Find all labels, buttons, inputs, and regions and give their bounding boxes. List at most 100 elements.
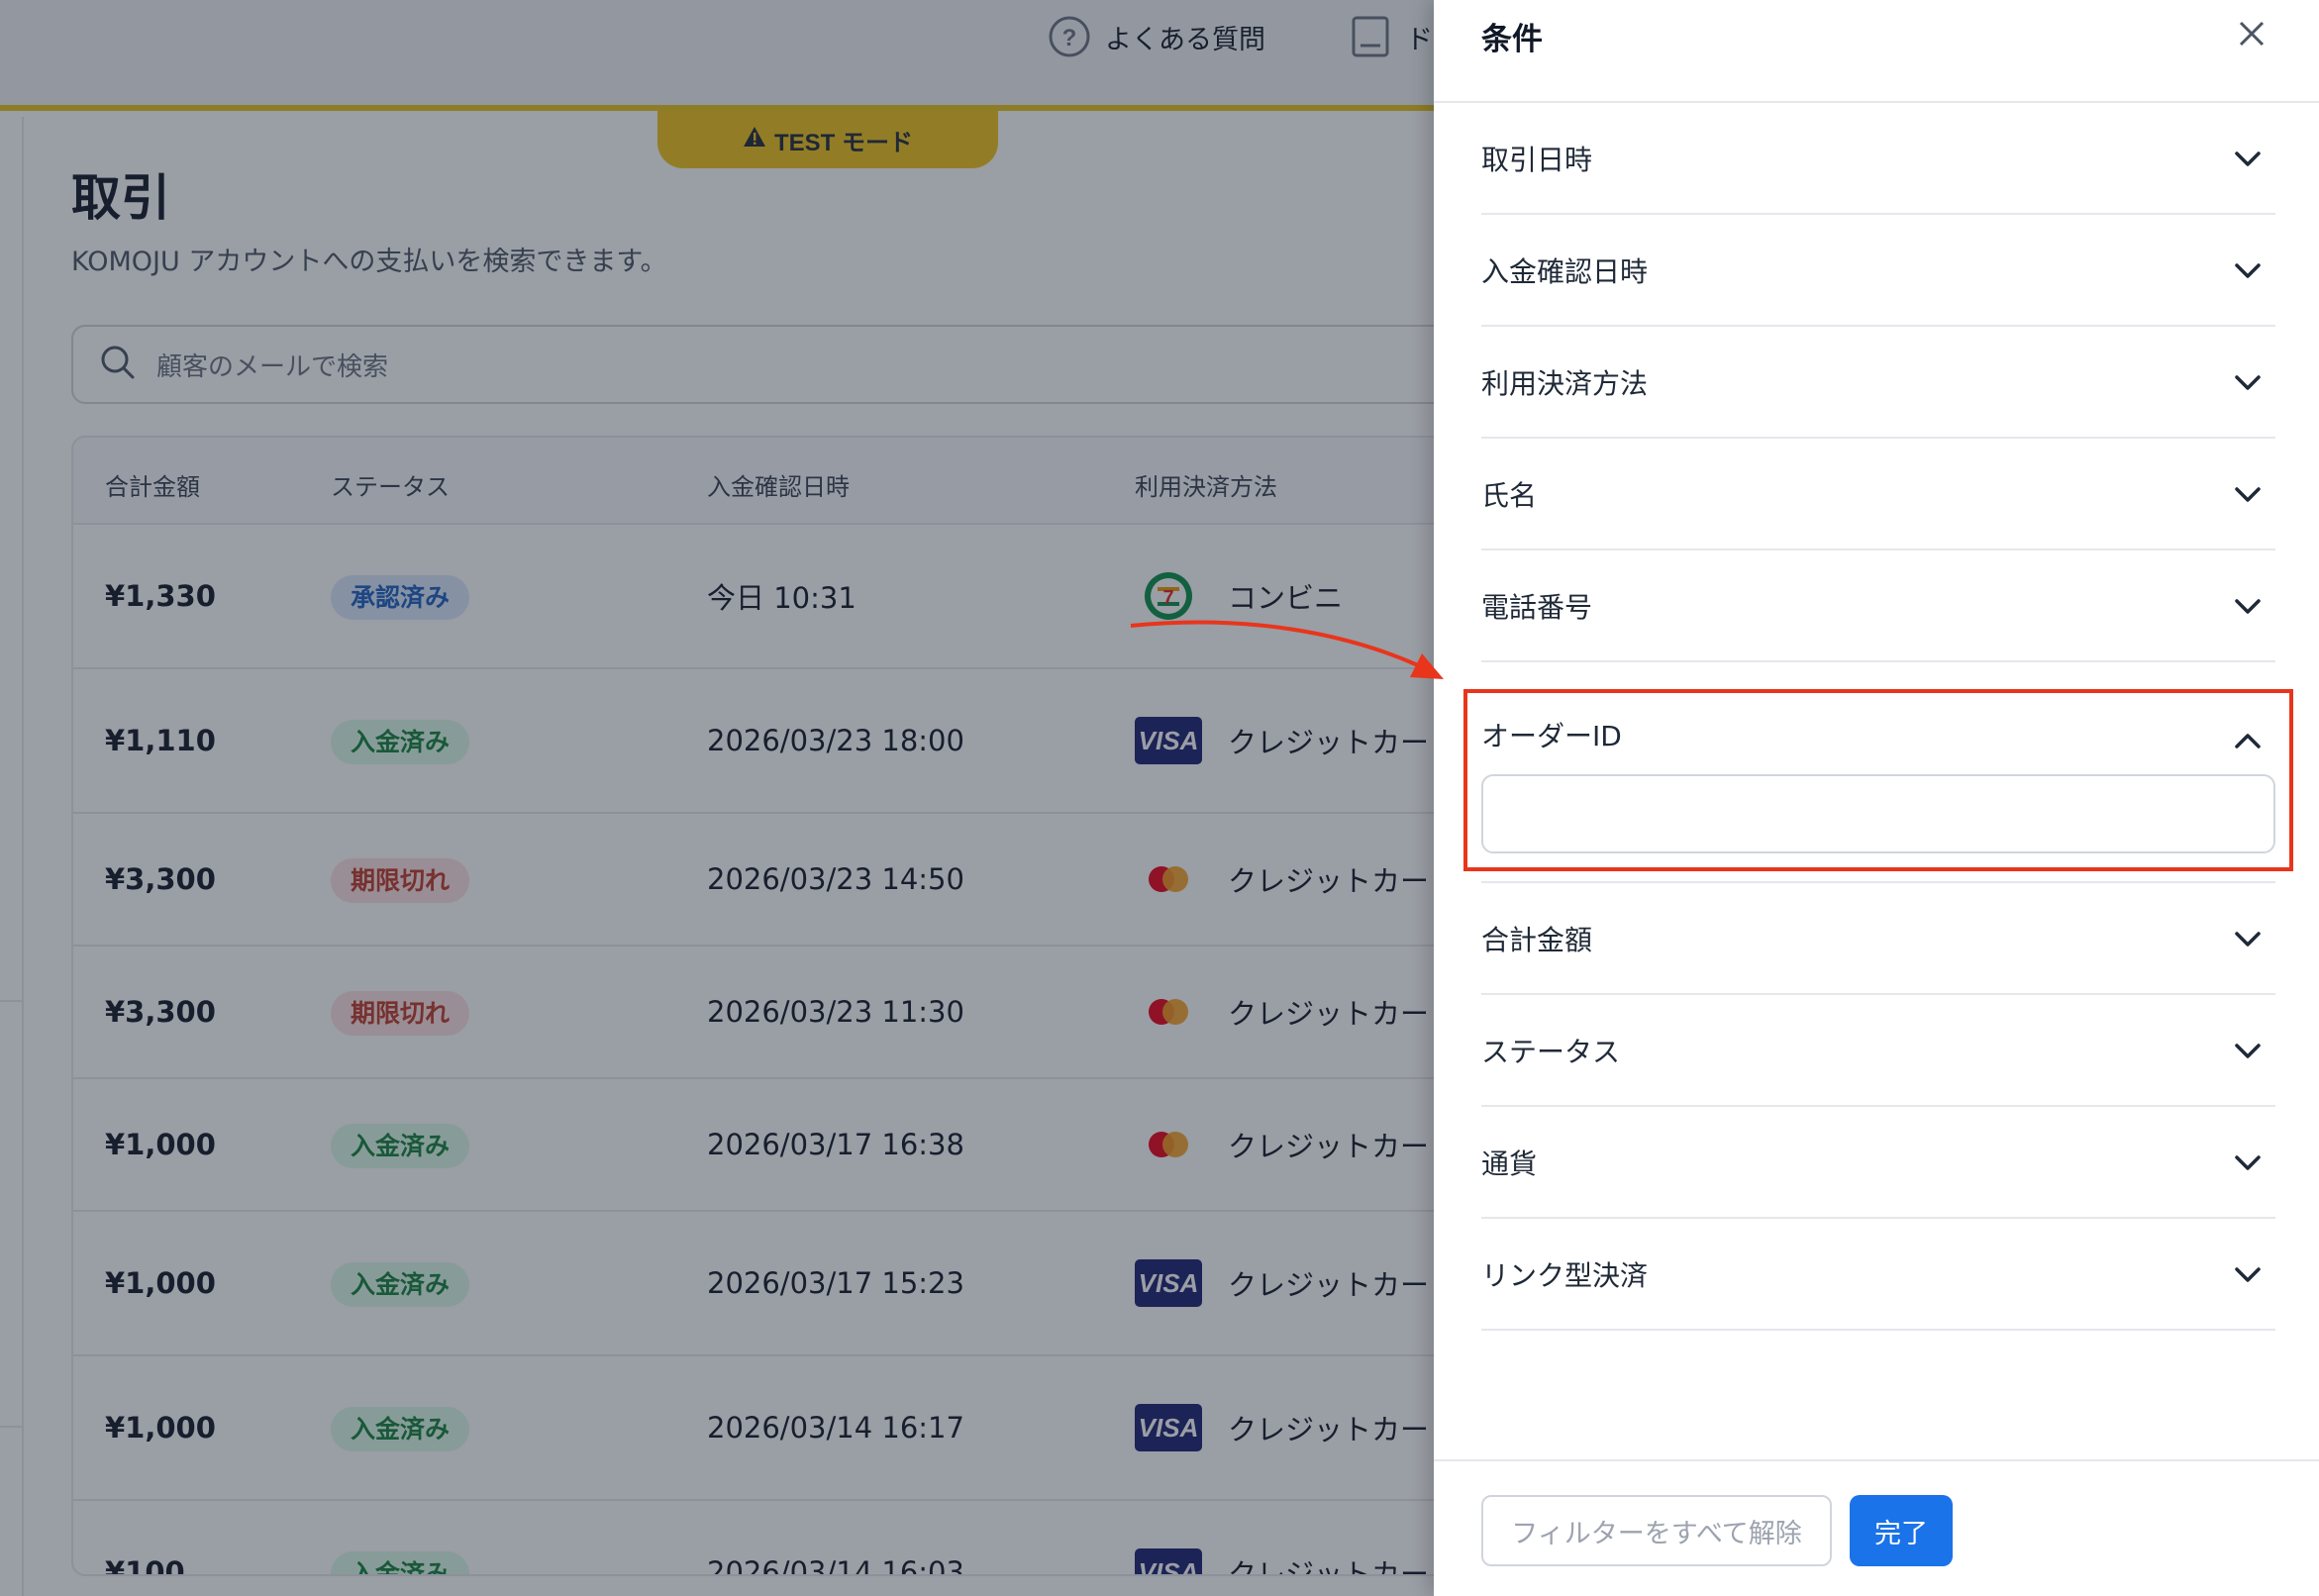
payment-method-label: クレジットカード [1228,1268,1458,1302]
filter-status[interactable]: ステータス [1481,995,2275,1107]
filter-payment-date[interactable]: 入金確認日時 [1481,215,2275,327]
search-placeholder: 顧客のメールで検索 [156,351,389,382]
status-badge: 期限切れ [331,858,470,903]
chevron-down-icon [2230,1033,2266,1068]
payment-method-label: クレジットカード [1228,726,1458,759]
mastercard-icon [1135,856,1202,902]
row-payment-method: クレジットカード [1135,856,1458,902]
filter-phone[interactable]: 電話番号 [1481,550,2275,662]
visa-icon: VISA [1135,1548,1202,1574]
row-date: 2026/03/17 16:38 [707,1128,964,1161]
drawer-footer: フィルターをすべて解除 完了 [1434,1459,2319,1596]
table-row[interactable]: ¥100 入金済み 2026/03/14 16:03 VISA クレジットカード [73,1501,1458,1576]
row-amount: ¥1,110 [105,724,216,757]
row-payment-method: 7 コンビニ [1135,572,1343,620]
filter-label: ステータス [1481,1035,1621,1068]
order-id-input[interactable] [1481,774,2275,853]
row-payment-method: VISA クレジットカード [1135,1548,1458,1576]
document-icon [1349,15,1392,58]
svg-text:7: 7 [1162,587,1173,609]
close-button[interactable] [2230,14,2273,57]
filter-order-id-label[interactable]: オーダーID [1481,715,1622,754]
payment-method-label: クレジットカード [1228,864,1458,898]
filter-label: 取引日時 [1481,143,1593,176]
chevron-up-icon[interactable] [2230,723,2266,758]
status-badge-wrap: 承認済み [331,575,470,620]
row-date: 2026/03/14 16:17 [707,1411,964,1445]
clear-all-filters-button[interactable]: フィルターをすべて解除 [1481,1495,1832,1566]
status-badge-wrap: 入金済み [331,1124,470,1168]
filter-payment-link[interactable]: リンク型決済 [1481,1219,2275,1331]
faq-label: よくある質問 [1105,24,1265,55]
left-sidebar-edge [0,117,24,1596]
close-icon [2237,19,2267,52]
transactions-table: 合計金額 ステータス 入金確認日時 利用決済方法 ¥1,330 承認済み 今日 10… [71,436,1458,1576]
mastercard-icon [1135,1122,1202,1167]
table-row[interactable]: ¥1,000 入金済み 2026/03/14 16:17 VISA クレジットカード [73,1356,1456,1501]
filter-label: 通貨 [1481,1147,1538,1180]
row-amount: ¥1,000 [105,1266,216,1300]
chevron-down-icon [2230,252,2266,288]
warning-icon [743,126,766,154]
drawer-title: 条件 [1481,22,1543,57]
filter-label: 電話番号 [1481,590,1593,624]
column-header-method[interactable]: 利用決済方法 [1135,467,1277,502]
row-amount: ¥100 [105,1555,185,1576]
status-badge: 入金済み [331,1124,470,1168]
filter-order-id: オーダーID [1481,683,2275,883]
customer-email-search[interactable]: 顧客のメールで検索 [71,325,1458,404]
svg-text:?: ? [1062,25,1077,51]
table-row[interactable]: ¥1,000 入金済み 2026/03/17 15:23 VISA クレジットカード [73,1212,1456,1356]
column-header-amount[interactable]: 合計金額 [105,467,200,502]
test-mode-badge: TEST モード [657,111,998,168]
row-amount: ¥3,300 [105,995,216,1029]
filter-label: 合計金額 [1481,923,1593,956]
page-subtitle: KOMOJU アカウントへの支払いを検索できます。 [71,247,667,277]
table-row[interactable]: ¥1,330 承認済み 今日 10:31 7 コンビニ [73,525,1456,669]
done-button[interactable]: 完了 [1850,1495,1953,1566]
row-date: 今日 10:31 [707,581,857,615]
table-row[interactable]: ¥3,300 期限切れ 2026/03/23 11:30 クレジットカード [73,947,1456,1079]
help-circle-icon: ? [1048,15,1091,58]
status-badge: 入金済み [331,720,470,764]
table-header: 合計金額 ステータス 入金確認日時 利用決済方法 [73,438,1456,525]
filter-total-amount[interactable]: 合計金額 [1481,883,2275,995]
row-amount: ¥1,000 [105,1411,216,1445]
filter-payment-method[interactable]: 利用決済方法 [1481,327,2275,439]
docs-link[interactable]: ド [1349,0,1433,73]
row-amount: ¥1,330 [105,579,216,613]
status-badge: 承認済み [331,575,470,620]
row-payment-method: クレジットカード [1135,989,1456,1035]
faq-link[interactable]: ? よくある質問 [1048,0,1265,73]
status-badge-wrap: 入金済み [331,720,470,764]
column-header-date[interactable]: 入金確認日時 [707,467,850,502]
table-row[interactable]: ¥1,000 入金済み 2026/03/17 16:38 クレジットカード [73,1079,1456,1212]
row-payment-method: VISA クレジットカード [1135,717,1458,764]
chevron-down-icon [2230,588,2266,624]
chevron-down-icon [2230,1145,2266,1180]
status-badge: 入金済み [331,1551,470,1574]
column-header-status[interactable]: ステータス [331,467,450,502]
table-row[interactable]: ¥1,110 入金済み 2026/03/23 18:00 VISA クレジットカード [73,669,1456,814]
test-mode-label: TEST モード [773,129,913,156]
filter-drawer: 条件 取引日時入金確認日時利用決済方法 氏名電話番号 オーダーID 合計金額ステー… [1434,0,2319,1596]
filter-name[interactable]: 氏名 [1481,439,2275,550]
visa-icon: VISA [1135,1404,1202,1451]
filter-label: 入金確認日時 [1481,254,1649,288]
filter-transaction-date[interactable]: 取引日時 [1481,103,2275,215]
row-payment-method: VISA クレジットカード [1135,1404,1456,1451]
row-date: 2026/03/23 14:50 [707,862,964,896]
visa-icon: VISA [1135,717,1202,764]
status-badge-wrap: 期限切れ [331,858,470,903]
chevron-down-icon [2230,1256,2266,1292]
payment-method-label: クレジットカード [1228,1557,1458,1576]
search-icon [99,344,137,385]
status-badge-wrap: 期限切れ [331,991,470,1036]
table-row[interactable]: ¥3,300 期限切れ 2026/03/23 14:50 クレジットカード [73,814,1456,947]
status-badge-wrap: 入金済み [331,1551,470,1574]
chevron-down-icon [2230,476,2266,512]
status-badge: 入金済み [331,1407,470,1451]
filter-currency[interactable]: 通貨 [1481,1107,2275,1219]
visa-icon: VISA [1135,1259,1202,1307]
chevron-down-icon [2230,921,2266,956]
